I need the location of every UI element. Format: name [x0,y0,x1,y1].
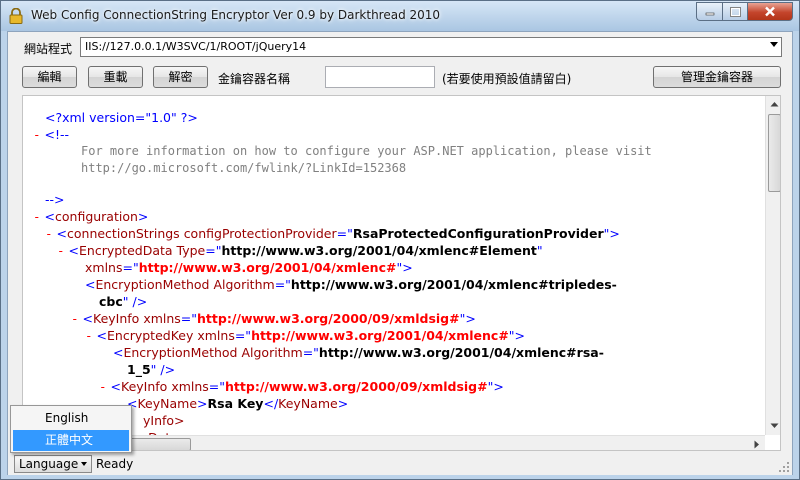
status-text: Ready [96,457,134,471]
chevron-down-icon[interactable] [770,42,778,47]
maximize-button[interactable] [722,2,747,21]
collapse-toggle[interactable]: - [71,311,79,326]
language-dropdown[interactable]: Language [14,455,92,473]
site-select[interactable]: IIS://127.0.0.1/W3SVC/1/ROOT/jQuery14 [80,37,782,57]
minimize-icon [705,12,714,15]
app-window: Web Config ConnectionString Encryptor Ve… [0,0,800,480]
xml-comment-line: http://go.microsoft.com/fwlink/?LinkId=1… [81,161,407,175]
xml-node-keyinfo: - <KeyInfo xmlns="http://www.w3.org/2000… [99,379,504,394]
collapse-toggle[interactable]: - [99,379,107,394]
reload-button[interactable]: 重載 [88,66,143,88]
xml-viewer[interactable]: <?xml version="1.0" ?> - <!-- For more i… [22,95,781,451]
xml-comment-close: --> [45,192,65,207]
language-option-traditional-chinese[interactable]: 正體中文 [13,430,129,451]
xml-declaration: <?xml version="1.0" ?> [45,110,198,125]
title-bar[interactable]: Web Config ConnectionString Encryptor Ve… [1,1,799,31]
close-button[interactable] [747,2,793,21]
window-title: Web Config ConnectionString Encryptor Ve… [31,8,441,22]
lock-icon [9,8,23,24]
close-icon [765,6,775,17]
collapse-toggle[interactable]: - [45,226,53,241]
language-option-english[interactable]: English [13,408,129,429]
collapse-toggle[interactable]: - [57,243,65,258]
xml-node-keyinfo: - <KeyInfo xmlns="http://www.w3.org/2000… [71,311,476,326]
xml-node-encryptionmethod: <EncryptionMethod Algorithm="http://www.… [85,277,617,292]
xml-content: <?xml version="1.0" ?> - <!-- For more i… [23,96,765,435]
resize-grip-icon[interactable] [778,461,790,473]
xml-comment-line: For more information on how to configure… [81,144,652,158]
edit-button[interactable]: 編輯 [22,66,77,88]
scroll-right-icon[interactable] [754,440,760,449]
key-container-input[interactable] [325,66,435,88]
xml-node-keyname: <KeyName>Rsa Key</KeyName> [127,396,349,411]
collapse-toggle[interactable]: - [33,127,41,142]
scroll-down-icon[interactable] [770,423,779,429]
xml-partial-line: yInfo> [143,413,185,428]
key-container-label: 金鑰容器名稱 [218,72,291,86]
minimize-button[interactable] [696,2,722,21]
xml-node-configuration: - <configuration> [33,209,149,224]
decrypt-button[interactable]: 解密 [153,66,208,88]
manage-key-container-button[interactable]: 管理金鑰容器 [653,66,781,88]
site-label: 網站程式 [24,42,73,56]
collapse-toggle[interactable]: - [33,209,41,224]
key-container-hint: (若要使用預設值請留白) [442,72,572,86]
scroll-up-icon[interactable] [770,101,779,107]
horizontal-scrollbar[interactable] [23,435,765,450]
xml-comment-open: - <!-- [33,127,70,142]
language-label: Language [19,457,79,471]
xml-node-connectionstrings: - <connectionStrings configProtectionPro… [45,226,620,241]
xml-node-encrypteddata: - <EncryptedData Type="http://www.w3.org… [57,243,543,258]
site-select-value: IIS://127.0.0.1/W3SVC/1/ROOT/jQuery14 [85,40,307,53]
language-menu: English 正體中文 [10,405,132,453]
status-bar: Language Ready [8,453,792,475]
maximize-icon [729,6,741,17]
xml-attr-line: 1_5" /> [127,362,176,377]
xml-node-encryptionmethod: <EncryptionMethod Algorithm="http://www.… [113,345,604,360]
vertical-scrollbar[interactable] [765,96,780,435]
vertical-scroll-thumb[interactable] [768,114,780,192]
collapse-toggle[interactable]: - [85,328,93,343]
xml-node-encryptedkey: - <EncryptedKey xmlns="http://www.w3.org… [85,328,526,343]
chevron-down-icon [81,462,87,466]
xml-attr-line: xmlns="http://www.w3.org/2001/04/xmlenc#… [85,260,413,275]
xml-attr-line: cbc" /> [99,294,148,309]
